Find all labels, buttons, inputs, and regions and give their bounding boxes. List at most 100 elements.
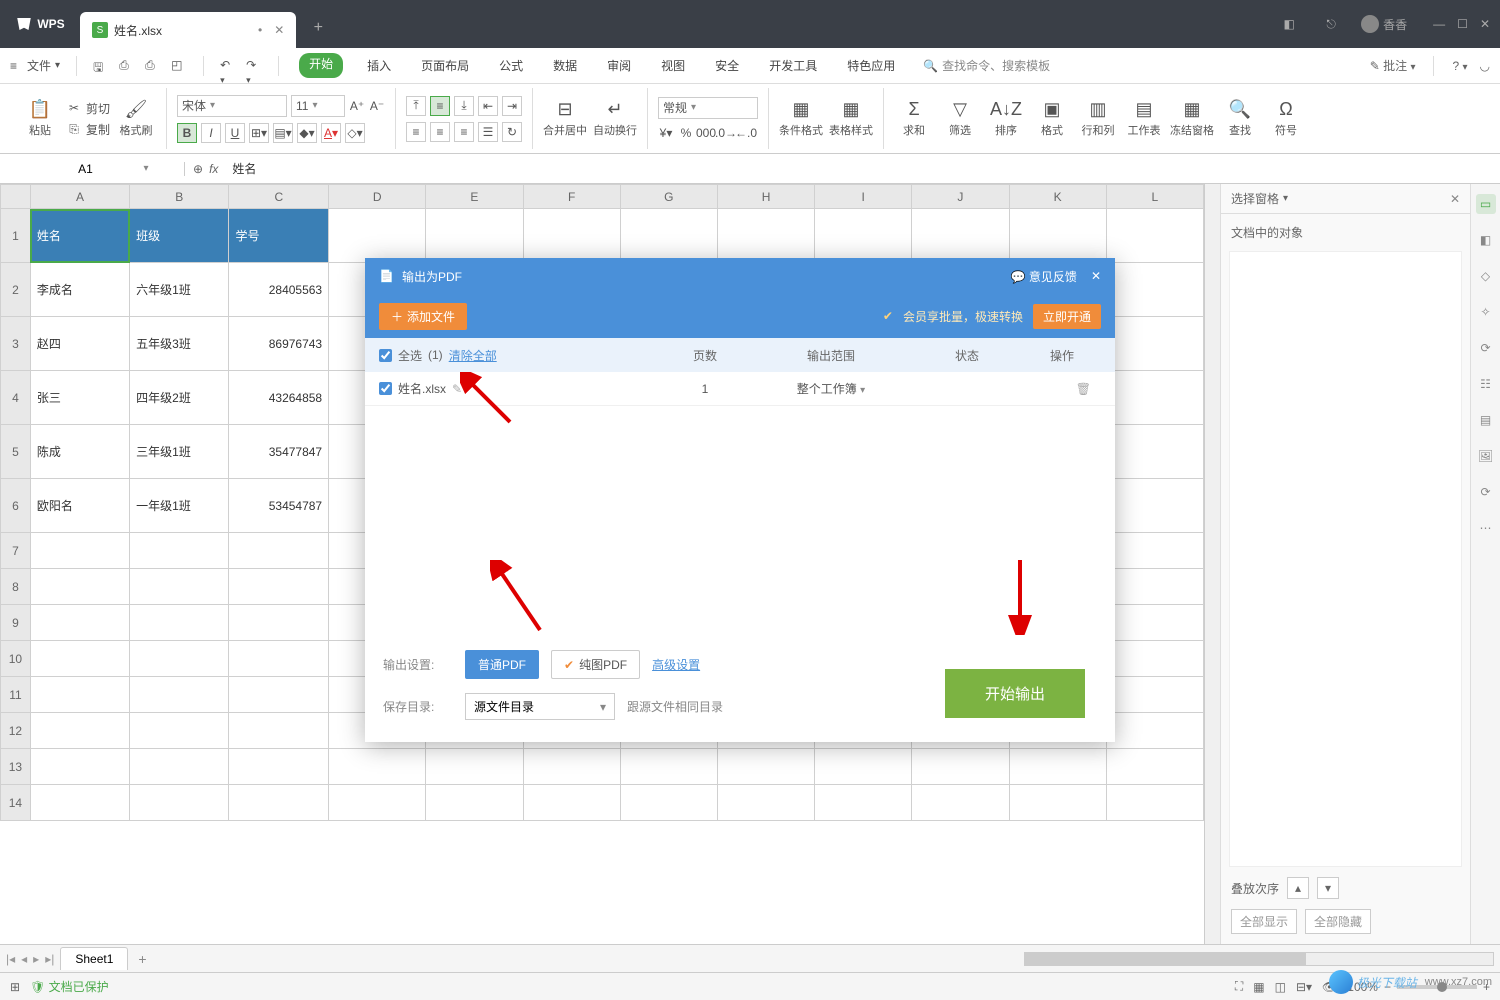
- filter-button[interactable]: ▽筛选: [940, 99, 980, 138]
- decrease-font-icon[interactable]: A⁻: [369, 98, 385, 114]
- bold-button[interactable]: B: [177, 123, 197, 143]
- redo-icon[interactable]: ↷ ▾: [246, 58, 262, 74]
- currency-icon[interactable]: ¥▾: [658, 125, 674, 141]
- advanced-settings-link[interactable]: 高级设置: [652, 656, 700, 673]
- close-window-icon[interactable]: ✕: [1480, 17, 1490, 31]
- border-button[interactable]: ⊞▾: [249, 123, 269, 143]
- fill-color-button[interactable]: ◆▾: [297, 123, 317, 143]
- close-dialog-icon[interactable]: ✕: [1091, 269, 1101, 283]
- more-tool-icon[interactable]: ⋯: [1476, 518, 1496, 538]
- tab-layout[interactable]: 页面布局: [415, 53, 475, 78]
- select-tool-icon[interactable]: ▭: [1476, 194, 1496, 214]
- undo-icon[interactable]: ↶ ▾: [220, 58, 236, 74]
- cell-style-button[interactable]: ▤▾: [273, 123, 293, 143]
- symbol-button[interactable]: Ω符号: [1266, 99, 1306, 138]
- horizontal-scrollbar[interactable]: [1024, 952, 1494, 966]
- view-split-icon[interactable]: ⊟▾: [1296, 980, 1312, 994]
- paste-button[interactable]: 📋粘贴: [20, 99, 60, 138]
- fx-icon[interactable]: fx: [209, 162, 218, 176]
- close-tab-icon[interactable]: ✕: [274, 23, 284, 37]
- add-sheet-button[interactable]: +: [138, 951, 146, 967]
- fullscreen-icon[interactable]: ⛶: [1235, 979, 1243, 994]
- history-tool-icon[interactable]: ⟳: [1476, 338, 1496, 358]
- help-icon[interactable]: ? ▾: [1452, 59, 1467, 73]
- view-page-icon[interactable]: ◫: [1275, 980, 1286, 994]
- comment-button[interactable]: ✎ 批注 ▾: [1370, 57, 1416, 74]
- highlight-button[interactable]: ◇▾: [345, 123, 365, 143]
- italic-button[interactable]: I: [201, 123, 221, 143]
- pure-pdf-option[interactable]: ✔纯图PDF: [551, 650, 640, 679]
- file-menu[interactable]: 文件 ▾: [27, 57, 60, 74]
- gift-icon[interactable]: ⎋: [1319, 12, 1343, 36]
- increase-font-icon[interactable]: A⁺: [349, 98, 365, 114]
- comma-icon[interactable]: 000: [698, 125, 714, 141]
- move-down-button[interactable]: ▾: [1317, 877, 1339, 899]
- style-tool-icon[interactable]: ◧: [1476, 230, 1496, 250]
- hide-all-button[interactable]: 全部隐藏: [1305, 909, 1371, 934]
- conditional-format-button[interactable]: ▦条件格式: [779, 99, 823, 138]
- print-preview-icon[interactable]: ⎙: [119, 58, 135, 74]
- new-tab-button[interactable]: +: [302, 12, 334, 44]
- show-all-button[interactable]: 全部显示: [1231, 909, 1297, 934]
- minimize-icon[interactable]: —: [1433, 17, 1445, 31]
- indent-decrease-icon[interactable]: ⇤: [478, 96, 498, 116]
- name-box[interactable]: ▾: [0, 162, 185, 176]
- zoom-cell-icon[interactable]: ⊕: [193, 162, 203, 176]
- form-tool-icon[interactable]: ▤: [1476, 410, 1496, 430]
- table-style-button[interactable]: ▦表格样式: [829, 99, 873, 138]
- collapse-ribbon-icon[interactable]: ◡: [1480, 59, 1490, 73]
- indent-increase-icon[interactable]: ⇥: [502, 96, 522, 116]
- preview-icon[interactable]: ◰: [171, 58, 187, 74]
- open-vip-button[interactable]: 立即开通: [1033, 304, 1101, 329]
- image-tool-icon[interactable]: 🖼: [1476, 446, 1496, 466]
- sheet-nav-prev-icon[interactable]: ◂: [21, 952, 27, 966]
- document-tab[interactable]: S 姓名.xlsx • ✕: [80, 12, 296, 48]
- underline-button[interactable]: U: [225, 123, 245, 143]
- clear-all-link[interactable]: 清除全部: [449, 347, 497, 364]
- hamburger-icon[interactable]: ≡: [10, 59, 17, 73]
- save-icon[interactable]: 🖫: [93, 58, 109, 74]
- backup-tool-icon[interactable]: ⟳: [1476, 482, 1496, 502]
- move-up-button[interactable]: ▴: [1287, 877, 1309, 899]
- tab-insert[interactable]: 插入: [361, 53, 397, 78]
- file-row[interactable]: 姓名.xlsx ✎ 1 整个工作簿 ▾ 🗑: [365, 372, 1115, 406]
- tab-start[interactable]: 开始: [299, 53, 343, 78]
- justify-icon[interactable]: ☰: [478, 122, 498, 142]
- tab-data[interactable]: 数据: [547, 53, 583, 78]
- format-painter-button[interactable]: 🖌格式刷: [116, 99, 156, 138]
- user-account[interactable]: 香香: [1361, 15, 1407, 33]
- formula-value[interactable]: 姓名: [226, 160, 262, 177]
- tab-special[interactable]: 特色应用: [841, 53, 901, 78]
- add-file-button[interactable]: ＋添加文件: [379, 303, 467, 330]
- app-logo[interactable]: WPS: [0, 15, 80, 33]
- tab-review[interactable]: 审阅: [601, 53, 637, 78]
- save-dir-select[interactable]: 源文件目录▾: [465, 693, 615, 720]
- tab-formula[interactable]: 公式: [493, 53, 529, 78]
- align-bottom-icon[interactable]: ⤓: [454, 96, 474, 116]
- tab-view[interactable]: 视图: [655, 53, 691, 78]
- format-button[interactable]: ▣格式: [1032, 99, 1072, 138]
- cut-button[interactable]: ✂剪切: [66, 100, 110, 117]
- sheet-nav-last-icon[interactable]: ▸|: [45, 952, 54, 966]
- freeze-button[interactable]: ▦冻结窗格: [1170, 99, 1214, 138]
- close-pane-icon[interactable]: ✕: [1450, 192, 1460, 206]
- worksheet-button[interactable]: ▤工作表: [1124, 99, 1164, 138]
- data-tool-icon[interactable]: ☷: [1476, 374, 1496, 394]
- beautify-tool-icon[interactable]: ✧: [1476, 302, 1496, 322]
- rowcol-button[interactable]: ▥行和列: [1078, 99, 1118, 138]
- window-layout-icon[interactable]: ◧: [1277, 12, 1301, 36]
- decimal-inc-icon[interactable]: .0→: [718, 125, 734, 141]
- merge-center-button[interactable]: ⊟合并居中: [543, 99, 587, 138]
- orientation-icon[interactable]: ↻: [502, 122, 522, 142]
- file-range[interactable]: 整个工作簿 ▾: [751, 380, 911, 397]
- vertical-scrollbar[interactable]: [1204, 184, 1220, 944]
- copy-button[interactable]: ⎘复制: [66, 121, 110, 138]
- align-top-icon[interactable]: ⤒: [406, 96, 426, 116]
- print-icon[interactable]: ⎙: [145, 58, 161, 74]
- normal-pdf-option[interactable]: 普通PDF: [465, 650, 539, 679]
- align-middle-icon[interactable]: ≡: [430, 96, 450, 116]
- percent-icon[interactable]: %: [678, 125, 694, 141]
- align-left-icon[interactable]: ≡: [406, 122, 426, 142]
- number-format-select[interactable]: 常规▾: [658, 97, 758, 119]
- sheet-nav-first-icon[interactable]: |◂: [6, 952, 15, 966]
